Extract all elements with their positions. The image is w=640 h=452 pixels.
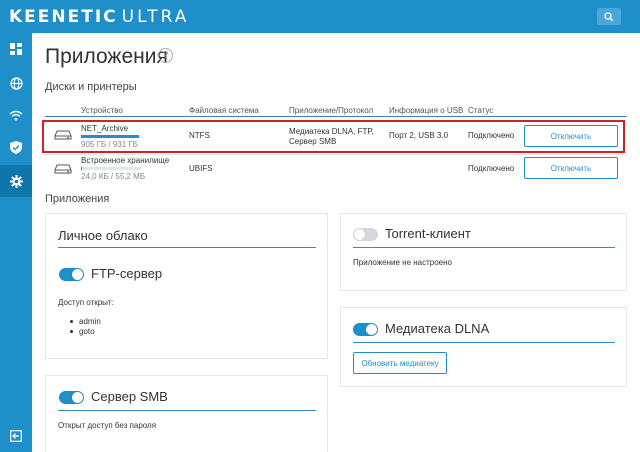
table-header-divider	[45, 116, 627, 117]
col-header-status: Статус	[468, 106, 494, 115]
torrent-card: Torrent-клиент Приложение не настроено	[340, 213, 627, 291]
card-title-divider	[58, 247, 316, 248]
brand-logo[interactable]: KEENETIC ULTRA	[9, 7, 189, 27]
toggle-knob	[72, 392, 83, 403]
disk-name: Встроенное хранилище	[81, 156, 170, 165]
ftp-server-label: FTP-сервер	[91, 266, 163, 281]
bullet	[70, 320, 73, 323]
top-bar: KEENETIC ULTRA	[0, 0, 640, 33]
disk-usage-fill	[81, 167, 82, 170]
torrent-status: Приложение не настроено	[353, 258, 452, 267]
card-title-divider	[353, 342, 615, 343]
torrent-label: Torrent-клиент	[385, 226, 471, 241]
disk-filesystem: UBIFS	[189, 164, 213, 173]
personal-cloud-card: Личное облако FTP-сервер Доступ открыт: …	[45, 213, 328, 359]
toggle-knob	[72, 269, 83, 280]
page-title: Приложения	[45, 45, 168, 68]
card-title-divider	[58, 410, 316, 411]
sidebar	[0, 33, 32, 452]
personal-cloud-title: Личное облако	[58, 228, 148, 243]
search-icon	[604, 11, 614, 21]
smb-label: Сервер SMB	[91, 389, 168, 404]
sidebar-item-dashboard[interactable]	[0, 33, 32, 65]
brand-model: ULTRA	[121, 7, 190, 27]
ftp-server-toggle[interactable]	[59, 268, 84, 281]
search-button[interactable]	[597, 8, 621, 25]
row-divider	[45, 154, 627, 155]
toggle-knob	[366, 324, 377, 335]
disconnect-button[interactable]: Отключить	[524, 157, 618, 179]
col-header-app: Приложение/Протокол	[289, 106, 374, 115]
col-header-device: Устройство	[81, 106, 123, 115]
col-header-usb: Информация о USB	[389, 106, 464, 115]
globe-icon	[9, 76, 23, 90]
dlna-toggle[interactable]	[353, 323, 378, 336]
apps-section-title: Приложения	[45, 193, 110, 205]
shield-icon	[10, 140, 22, 154]
toggle-knob	[354, 229, 365, 240]
smb-toggle[interactable]	[59, 391, 84, 404]
dlna-label: Медиатека DLNA	[385, 321, 490, 336]
wifi-icon	[9, 110, 23, 120]
ftp-user-item: admin	[79, 317, 101, 326]
main-content: Приложения ? Диски и принтеры Устройство…	[32, 33, 640, 452]
logout-icon	[10, 430, 22, 442]
torrent-toggle[interactable]	[353, 228, 378, 241]
sidebar-item-security[interactable]	[0, 131, 32, 163]
disk-usage-bar	[81, 167, 141, 170]
sidebar-item-logout[interactable]	[0, 420, 32, 452]
sidebar-item-settings[interactable]	[0, 165, 32, 197]
selected-row-highlight	[42, 120, 625, 153]
ftp-user-item: goto	[79, 327, 95, 336]
gear-icon	[9, 174, 23, 188]
hard-drive-icon	[54, 164, 72, 174]
smb-card: Сервер SMB Открыт доступ без пароля	[45, 375, 328, 452]
ftp-access-label: Доступ открыт:	[58, 298, 114, 307]
disk-status: Подключено	[468, 164, 515, 173]
bullet	[70, 330, 73, 333]
refresh-media-library-button[interactable]: Обновить медиатеку	[353, 352, 447, 374]
dlna-card: Медиатека DLNA Обновить медиатеку	[340, 307, 627, 387]
brand-name: KEENETIC	[9, 7, 118, 27]
dashboard-icon	[10, 43, 22, 55]
card-title-divider	[353, 247, 615, 248]
smb-status: Открыт доступ без пароля	[58, 421, 157, 430]
disks-section-title: Диски и принтеры	[45, 81, 137, 93]
disk-size: 24,0 КБ / 55,2 МБ	[81, 172, 146, 181]
help-icon[interactable]: ?	[158, 48, 173, 63]
sidebar-item-internet[interactable]	[0, 67, 32, 99]
sidebar-item-wifi[interactable]	[0, 99, 32, 131]
col-header-filesystem: Файловая система	[189, 106, 259, 115]
